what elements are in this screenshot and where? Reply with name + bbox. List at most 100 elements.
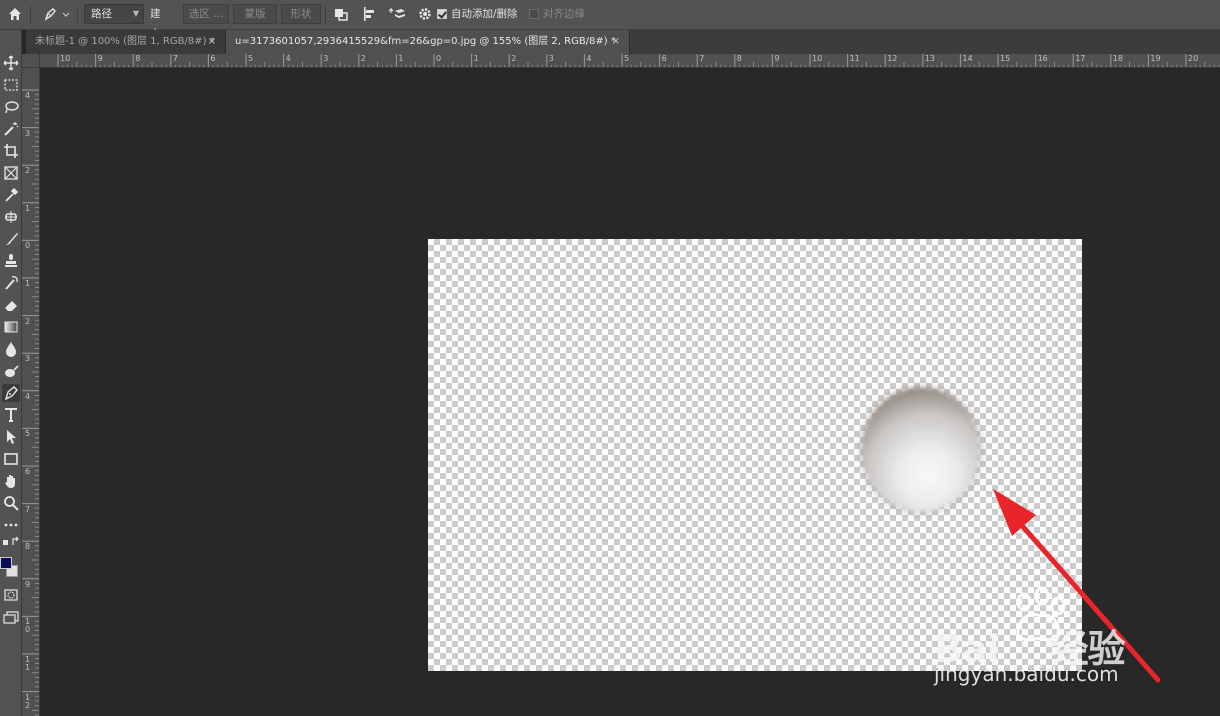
zoom-icon[interactable] — [2, 494, 20, 512]
ruler-number: 5 — [624, 54, 630, 63]
ruler-number: 4 — [285, 54, 291, 63]
ruler-number: 8 — [25, 542, 31, 552]
ruler-number: 16 — [1037, 54, 1048, 63]
swap-colors-icon[interactable] — [2, 536, 20, 548]
dodge-icon[interactable] — [2, 362, 20, 380]
ruler-number: 5 — [25, 429, 31, 439]
lasso-icon[interactable] — [2, 98, 20, 116]
make-selection-button[interactable]: 选区 ... — [183, 4, 229, 24]
auto-add-delete-checkbox[interactable] — [437, 9, 447, 19]
pen-icon[interactable] — [2, 384, 20, 402]
make-shape-button[interactable]: 形状 — [281, 4, 321, 24]
ruler-number: 6 — [210, 54, 216, 63]
crop-icon[interactable] — [2, 142, 20, 160]
move-icon[interactable] — [2, 54, 20, 72]
ruler-origin[interactable] — [22, 54, 40, 68]
ruler-number: 19 — [1150, 54, 1161, 63]
hand-icon[interactable] — [2, 472, 20, 490]
make-label: 建立： — [150, 8, 171, 40]
align-edges-checkbox[interactable] — [529, 9, 539, 19]
eyedropper-icon[interactable] — [2, 186, 20, 204]
ruler-number: 17 — [1075, 54, 1086, 63]
document-canvas-transparent[interactable] — [428, 239, 1082, 671]
gear-icon[interactable] — [415, 4, 435, 24]
ruler-number: 1 — [25, 279, 31, 288]
ruler-number: 7 — [25, 504, 31, 514]
ruler-number: 4 — [586, 54, 592, 63]
screen-mode-icon[interactable] — [2, 608, 20, 626]
brush-icon[interactable] — [2, 230, 20, 248]
ruler-number: 11 — [849, 54, 860, 63]
healing-brush-icon[interactable] — [2, 208, 20, 226]
ruler-number: 14 — [962, 54, 973, 63]
magic-wand-icon[interactable] — [2, 120, 20, 138]
ruler-number: 7 — [699, 54, 705, 63]
close-icon[interactable]: × — [208, 30, 216, 53]
ruler-number: 1 — [25, 203, 31, 213]
ruler-number: 6 — [661, 54, 667, 63]
tab-active-document[interactable]: u=3173601057,2936415529&fm=26&gp=0.jpg @… — [226, 30, 630, 54]
blur-icon[interactable] — [2, 340, 20, 358]
type-icon[interactable] — [2, 406, 20, 424]
close-icon[interactable]: × — [612, 30, 620, 53]
ruler-number: 9 — [97, 54, 103, 63]
frame-icon[interactable] — [2, 164, 20, 182]
ruler-number: 20 — [1188, 54, 1199, 63]
ruler-number: 3 — [25, 128, 31, 138]
ruler-number: 2 — [25, 166, 31, 176]
tool-mode-select[interactable]: 路径 ▼ — [84, 4, 144, 24]
gradient-icon[interactable] — [2, 318, 20, 336]
ruler-number: 0 — [25, 241, 31, 251]
ruler-number: 10 — [25, 617, 31, 635]
cutout-ball-image[interactable] — [862, 388, 980, 512]
chevron-down-icon: ▼ — [132, 9, 139, 18]
quick-mask-icon[interactable] — [2, 586, 20, 604]
home-icon[interactable] — [4, 4, 26, 24]
ruler-number: 9 — [25, 579, 31, 589]
ruler-number: 2 — [360, 54, 366, 63]
horizontal-ruler[interactable]: 10 9 8 7 6 5 4 3 2 1 0 1 2 3 4 5 6 7 8 9 10 11 12 13 14 15 16 17 18 1… — [40, 54, 1220, 68]
ruler-number: 4 — [25, 391, 31, 401]
ruler-number: 8 — [135, 54, 141, 63]
path-selection-icon[interactable] — [2, 428, 20, 446]
ruler-number: 10 — [60, 54, 71, 63]
ruler-number: 7 — [172, 54, 178, 63]
marquee-icon[interactable] — [2, 76, 20, 94]
path-alignment-icon[interactable] — [359, 4, 379, 24]
ruler-number: 12 — [887, 54, 898, 63]
ruler-number: 2 — [511, 54, 517, 63]
ruler-number: 12 — [25, 692, 31, 710]
watermark-url: jingyan.baidu.com — [934, 662, 1119, 686]
ruler-number: 9 — [774, 54, 780, 63]
ruler-number: 6 — [25, 467, 31, 476]
tab-label: 未标题-1 @ 100% (图层 1, RGB/8#) * — [35, 36, 215, 47]
path-operations-icon[interactable] — [331, 4, 351, 24]
divider — [325, 6, 326, 24]
ruler-number: 8 — [736, 54, 742, 63]
path-arrangement-icon[interactable] — [387, 4, 407, 24]
ruler-number: 13 — [924, 54, 935, 63]
pen-tool-preset-picker[interactable] — [38, 4, 72, 24]
align-edges-label: 对齐边缘 — [543, 8, 585, 20]
rectangle-icon[interactable] — [2, 450, 20, 468]
eraser-icon[interactable] — [2, 296, 20, 314]
more-tools-icon[interactable] — [2, 516, 20, 534]
ruler-number: 2 — [25, 316, 31, 326]
history-brush-icon[interactable] — [2, 274, 20, 292]
ruler-number: 10 — [812, 54, 823, 63]
ruler-number: 1 — [398, 54, 404, 63]
foreground-color-swatch[interactable] — [0, 557, 12, 569]
document-tabs: 未标题-1 @ 100% (图层 1, RGB/8#) * × u=317360… — [26, 30, 1220, 54]
vertical-ruler[interactable]: 4 3 2 1 0 1 2 3 4 5 6 7 8 9 10 11 12 — [22, 68, 40, 716]
ruler-number: 11 — [25, 655, 31, 672]
tab-untitled-1[interactable]: 未标题-1 @ 100% (图层 1, RGB/8#) * × — [26, 30, 226, 54]
options-bar: 路径 ▼ 建立： 选区 ... 蒙版 形状 自动添加/删除 对齐边缘 — [0, 0, 1220, 40]
divider — [30, 6, 31, 24]
tab-label: u=3173601057,2936415529&fm=26&gp=0.jpg @… — [235, 36, 616, 47]
clone-stamp-icon[interactable] — [2, 252, 20, 270]
ruler-number: 18 — [1112, 54, 1123, 63]
ruler-number: 4 — [25, 91, 31, 100]
toolbox — [0, 30, 22, 716]
make-mask-button[interactable]: 蒙版 — [233, 4, 277, 24]
ruler-number: 3 — [25, 354, 31, 364]
